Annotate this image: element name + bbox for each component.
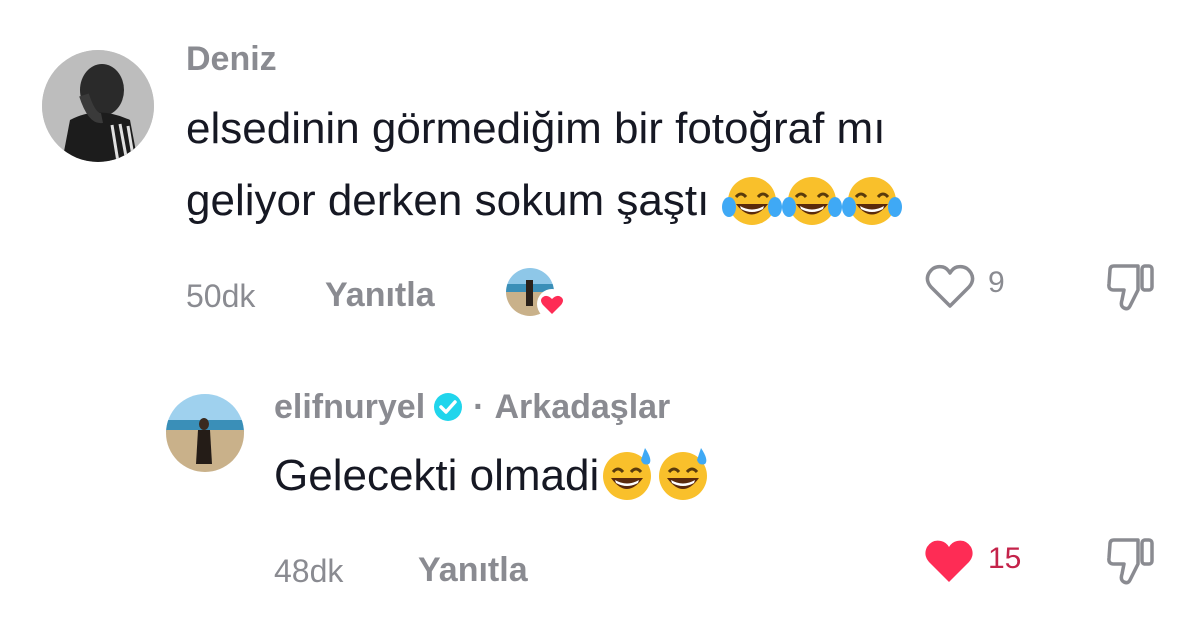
grinning-face-with-sweat-icon — [599, 444, 655, 524]
comment-text: Gelecekti olmadi — [274, 440, 711, 524]
creator-avatar-small — [506, 268, 567, 319]
like-count: 15 — [988, 542, 1022, 575]
grinning-face-with-sweat-icon — [655, 444, 711, 524]
comment-timestamp: 48dk — [274, 553, 344, 589]
avatar-elifnuryel[interactable] — [166, 394, 244, 472]
like-button[interactable] — [922, 536, 976, 586]
reply-button[interactable]: Yanıtla — [418, 551, 528, 590]
dislike-button[interactable] — [1104, 260, 1158, 312]
avatar-elifnuryel-image — [166, 394, 244, 472]
reply-button[interactable]: Yanıtla — [325, 276, 435, 315]
thumbs-down-icon — [1107, 264, 1154, 311]
comment-username[interactable]: Deniz — [186, 40, 277, 79]
verified-badge-icon — [433, 392, 463, 431]
separator-dot: · — [473, 388, 485, 426]
comment-text-line-1: Gelecekti olmadi — [274, 451, 600, 500]
comment-text-line-2-wrapper: geliyor derken sokum şaştı — [186, 165, 902, 249]
creator-liked-badge — [506, 266, 568, 322]
comment-text-line-2: geliyor derken sokum şaştı — [186, 176, 710, 225]
relation-label: Arkadaşlar — [494, 388, 671, 426]
comment-timestamp: 50dk — [186, 278, 256, 314]
heart-filled-icon — [925, 540, 973, 582]
comment-text-line-1: elsedinin görmediğim bir fotoğraf mı — [186, 104, 886, 153]
reply-header: elifnuryel · Arkadaşlar — [274, 388, 670, 431]
like-count: 9 — [988, 266, 1005, 299]
dislike-button[interactable] — [1104, 534, 1158, 586]
comment-text: elsedinin görmediğim bir fotoğraf mı gel… — [186, 93, 902, 249]
like-button[interactable] — [924, 262, 976, 310]
avatar-deniz-image — [42, 50, 154, 162]
comment-elifnuryel: elifnuryel · Arkadaşlar Gelecekti olmadi 4… — [0, 340, 1199, 624]
face-with-tears-of-joy-icon — [721, 173, 782, 249]
face-with-tears-of-joy-icon — [781, 173, 842, 249]
avatar-deniz[interactable] — [42, 50, 154, 162]
comment-deniz: Deniz elsedinin görmediğim bir fotoğraf … — [0, 0, 1199, 340]
heart-outline-icon — [925, 264, 975, 308]
thumbs-down-icon — [1107, 538, 1154, 585]
comment-username[interactable]: elifnuryel — [274, 388, 425, 426]
face-with-tears-of-joy-icon — [841, 173, 902, 249]
